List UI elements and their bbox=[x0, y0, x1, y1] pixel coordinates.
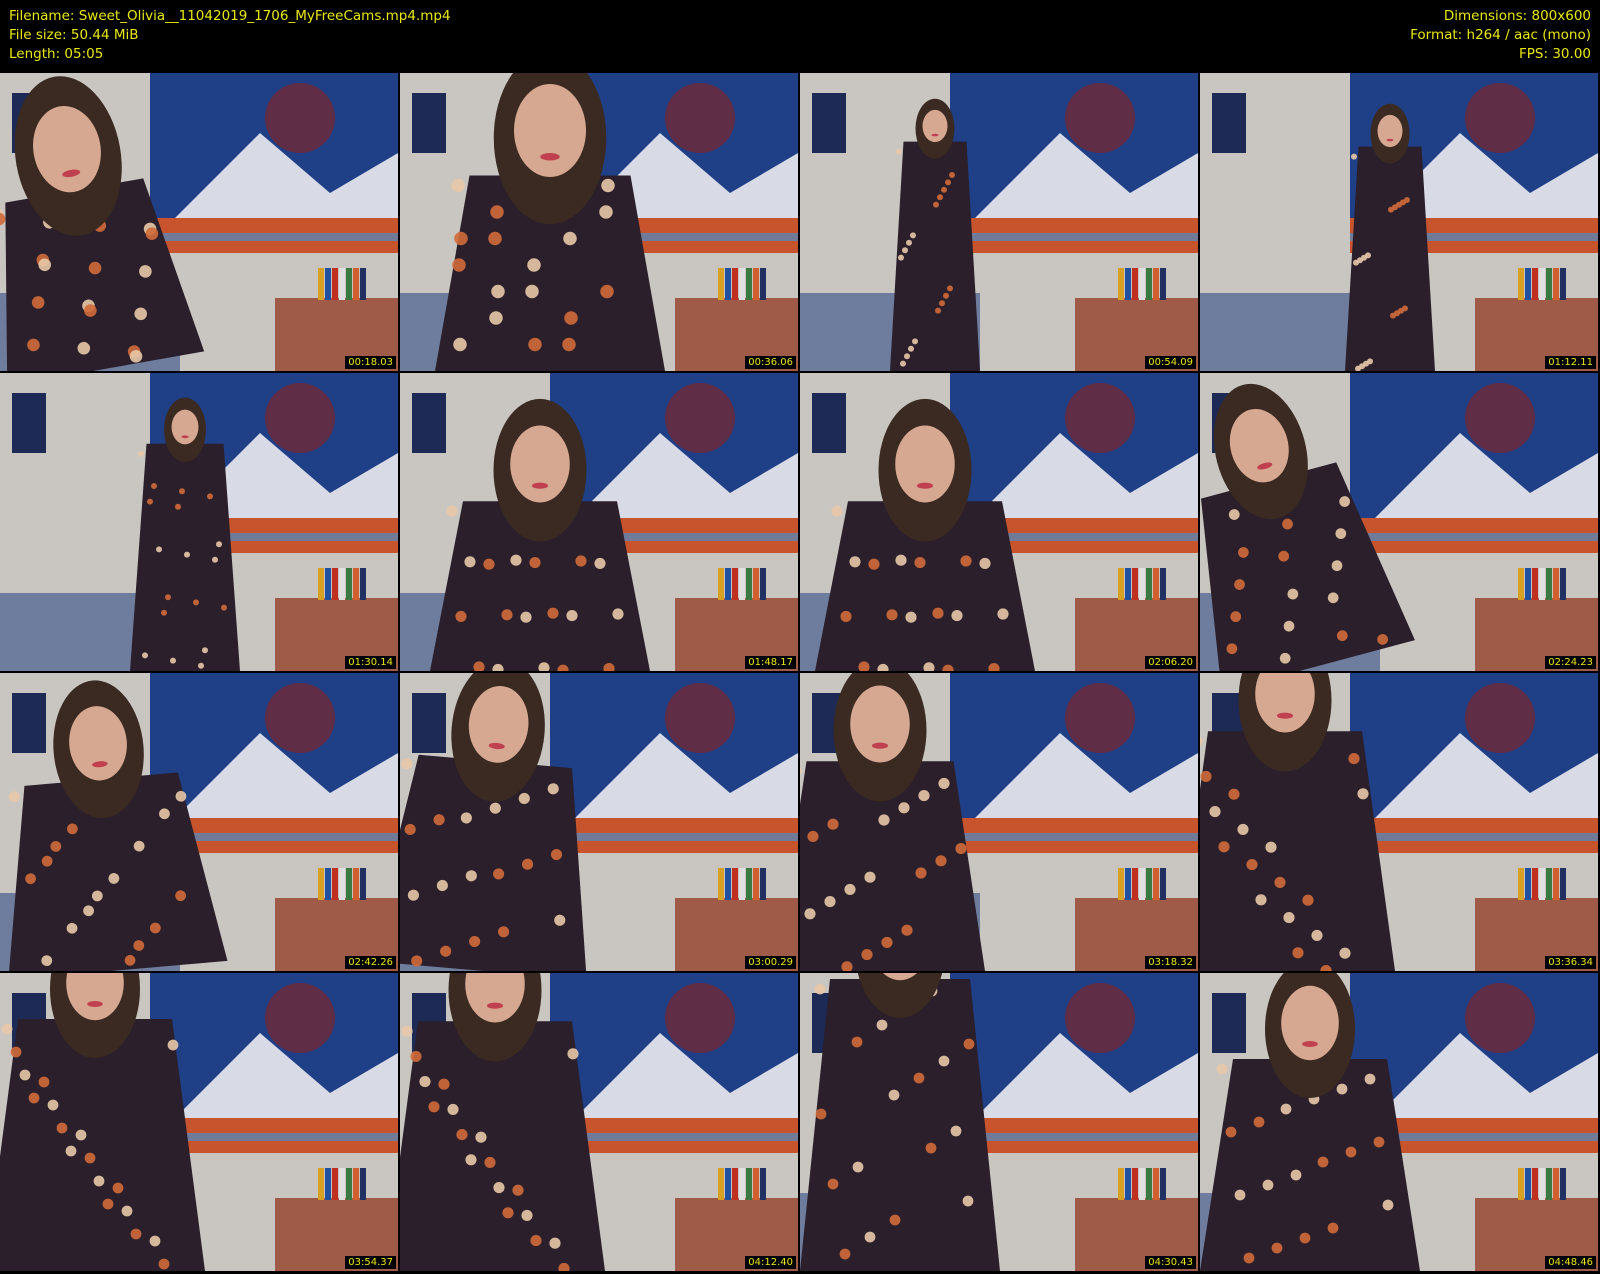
video-thumbnail: 00:54.09 bbox=[800, 73, 1198, 371]
thumbnail-timestamp: 01:30.14 bbox=[345, 656, 396, 669]
thumbnail-timestamp: 00:18.03 bbox=[345, 356, 396, 369]
video-thumbnail: 03:18.32 bbox=[800, 673, 1198, 971]
bookshelf-books bbox=[1518, 268, 1566, 300]
length-line: Length: 05:05 bbox=[9, 46, 104, 62]
space-tapestry bbox=[950, 673, 1198, 853]
wall-poster bbox=[412, 693, 446, 753]
thumbnail-scene bbox=[800, 973, 1198, 1271]
thumbnail-scene bbox=[400, 673, 798, 971]
thumbnail-timestamp: 02:42.26 bbox=[345, 956, 396, 969]
thumbnail-scene bbox=[400, 373, 798, 671]
thumbnail-scene bbox=[0, 73, 398, 371]
thumbnail-scene bbox=[1200, 973, 1598, 1271]
dimensions-line: Dimensions: 800x600 bbox=[1443, 8, 1591, 24]
bookshelf-books bbox=[718, 1168, 766, 1200]
bookshelf-books bbox=[718, 268, 766, 300]
space-tapestry bbox=[950, 973, 1198, 1153]
thumbnail-timestamp: 00:36.06 bbox=[745, 356, 796, 369]
thumbnail-timestamp: 04:12.40 bbox=[745, 1256, 796, 1269]
thumbnail-scene bbox=[0, 373, 398, 671]
wall-poster bbox=[812, 393, 846, 453]
video-thumbnail: 03:36.34 bbox=[1200, 673, 1598, 971]
bookshelf-books bbox=[318, 868, 366, 900]
thumbnail-scene bbox=[1200, 673, 1598, 971]
thumbnail-scene bbox=[400, 73, 798, 371]
wall-poster bbox=[12, 393, 46, 453]
video-info: Dimensions: 800x600 Format: h264 / aac (… bbox=[1410, 7, 1591, 64]
video-thumbnail: 04:12.40 bbox=[400, 973, 798, 1271]
bookshelf-books bbox=[1118, 1168, 1166, 1200]
space-tapestry bbox=[1350, 673, 1598, 853]
video-thumbnail: 03:00.29 bbox=[400, 673, 798, 971]
bookshelf-books bbox=[1118, 568, 1166, 600]
thumbnail-timestamp: 03:54.37 bbox=[345, 1256, 396, 1269]
file-size-line: File size: 50.44 MiB bbox=[9, 27, 139, 43]
thumbnail-scene bbox=[1200, 373, 1598, 671]
thumbnail-scene bbox=[800, 373, 1198, 671]
thumbnail-scene bbox=[0, 973, 398, 1271]
fps-line: FPS: 30.00 bbox=[1519, 46, 1591, 62]
thumbnail-timestamp: 04:48.46 bbox=[1545, 1256, 1596, 1269]
bookshelf-books bbox=[1118, 868, 1166, 900]
wall-poster bbox=[1212, 93, 1246, 153]
video-thumbnail: 03:54.37 bbox=[0, 973, 398, 1271]
file-info: Filename: Sweet_Olivia__11042019_1706_My… bbox=[9, 7, 451, 64]
thumbnail-timestamp: 00:54.09 bbox=[1145, 356, 1196, 369]
video-thumbnail: 04:30.43 bbox=[800, 973, 1198, 1271]
wall-poster bbox=[12, 693, 46, 753]
thumbnail-timestamp: 01:48.17 bbox=[745, 656, 796, 669]
thumbnail-timestamp: 03:00.29 bbox=[745, 956, 796, 969]
person bbox=[800, 973, 1000, 1271]
bookshelf-books bbox=[1118, 268, 1166, 300]
video-thumbnail: 01:48.17 bbox=[400, 373, 798, 671]
thumbnail-scene bbox=[800, 673, 1198, 971]
thumbnail-scene bbox=[400, 973, 798, 1271]
space-tapestry bbox=[1350, 373, 1598, 553]
bookshelf-books bbox=[318, 568, 366, 600]
video-thumbnail: 02:42.26 bbox=[0, 673, 398, 971]
thumbnail-timestamp: 03:36.34 bbox=[1545, 956, 1596, 969]
filename-line: Filename: Sweet_Olivia__11042019_1706_My… bbox=[9, 8, 451, 24]
space-tapestry bbox=[550, 673, 798, 853]
thumbnail-scene bbox=[1200, 73, 1598, 371]
video-thumbnail: 02:06.20 bbox=[800, 373, 1198, 671]
bookshelf-books bbox=[1518, 1168, 1566, 1200]
bookshelf-books bbox=[718, 868, 766, 900]
video-thumbnail: 02:24.23 bbox=[1200, 373, 1598, 671]
video-thumbnail: 01:30.14 bbox=[0, 373, 398, 671]
thumbnail-scene bbox=[800, 73, 1198, 371]
info-header: Filename: Sweet_Olivia__11042019_1706_My… bbox=[0, 0, 1600, 72]
space-tapestry bbox=[150, 73, 398, 253]
format-line: Format: h264 / aac (mono) bbox=[1410, 27, 1591, 43]
bookshelf-books bbox=[318, 268, 366, 300]
bookshelf-books bbox=[1518, 568, 1566, 600]
thumbnail-scene bbox=[0, 673, 398, 971]
thumbnail-timestamp: 02:06.20 bbox=[1145, 656, 1196, 669]
thumbnail-timestamp: 01:12.11 bbox=[1545, 356, 1596, 369]
bookshelf-books bbox=[718, 568, 766, 600]
space-tapestry bbox=[550, 973, 798, 1153]
video-thumbnail: 00:36.06 bbox=[400, 73, 798, 371]
wall-poster bbox=[412, 393, 446, 453]
thumbnail-grid: 00:18.03 00:36.06 00:54.09 01:12.11 01:30.14… bbox=[0, 73, 1600, 1274]
video-thumbnail: 00:18.03 bbox=[0, 73, 398, 371]
wall-poster bbox=[1212, 993, 1246, 1053]
wall-poster bbox=[812, 93, 846, 153]
bookshelf-books bbox=[1518, 868, 1566, 900]
thumbnail-timestamp: 03:18.32 bbox=[1145, 956, 1196, 969]
thumbnail-timestamp: 02:24.23 bbox=[1545, 656, 1596, 669]
bookshelf-books bbox=[318, 1168, 366, 1200]
thumbnail-timestamp: 04:30.43 bbox=[1145, 1256, 1196, 1269]
video-thumbnail: 01:12.11 bbox=[1200, 73, 1598, 371]
space-tapestry bbox=[150, 973, 398, 1153]
wall-poster bbox=[412, 93, 446, 153]
space-tapestry bbox=[950, 73, 1198, 253]
video-thumbnail: 04:48.46 bbox=[1200, 973, 1598, 1271]
